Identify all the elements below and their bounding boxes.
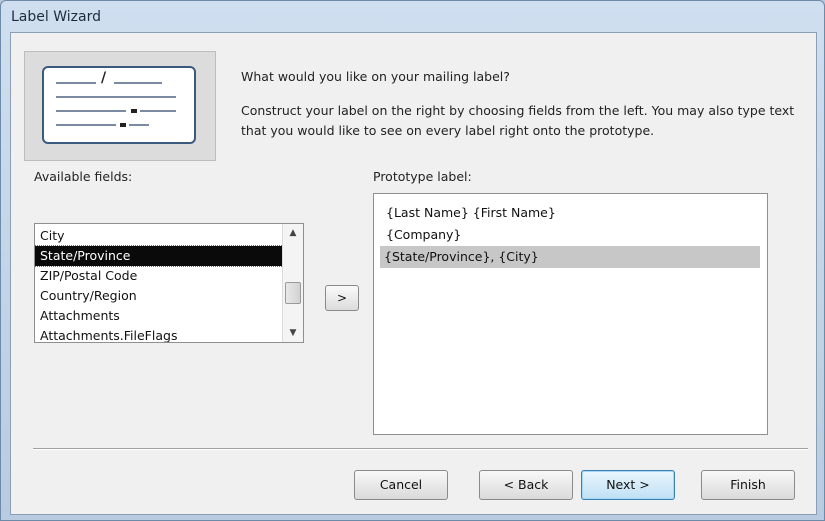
available-fields-list[interactable]: City State/Province ZIP/Postal Code Coun… — [34, 223, 304, 343]
label-wizard-window: Label Wizard / What would you like on yo… — [0, 0, 825, 521]
list-item-city[interactable]: City — [35, 226, 283, 246]
wizard-question: What would you like on your mailing labe… — [241, 69, 510, 84]
list-item-country-region[interactable]: Country/Region — [35, 286, 283, 306]
scroll-up-arrow-icon[interactable]: ▲ — [283, 224, 303, 242]
next-button[interactable]: Next > — [581, 470, 675, 500]
mailing-label-illustration-icon: / — [24, 51, 216, 161]
list-item-attachments-fileflags[interactable]: Attachments.FileFlags — [35, 326, 283, 342]
wizard-instructions: Construct your label on the right by cho… — [241, 103, 795, 138]
button-separator — [33, 448, 808, 450]
scrollbar-thumb[interactable] — [285, 282, 301, 304]
scroll-down-arrow-icon[interactable]: ▼ — [283, 324, 303, 342]
back-button[interactable]: < Back — [479, 470, 573, 500]
window-title: Label Wizard — [11, 9, 101, 25]
list-item-zip-postal-code[interactable]: ZIP/Postal Code — [35, 266, 283, 286]
finish-button[interactable]: Finish — [701, 470, 795, 500]
prototype-line-2[interactable]: {Company} — [382, 224, 461, 246]
prototype-label-heading: Prototype label: — [373, 169, 472, 184]
add-field-button[interactable]: > — [325, 285, 359, 311]
cancel-button[interactable]: Cancel — [354, 470, 448, 500]
list-item-attachments[interactable]: Attachments — [35, 306, 283, 326]
wizard-content: / What would you like on your mailing la… — [10, 32, 817, 515]
prototype-label-editor[interactable]: {Last Name} {First Name} {Company} {Stat… — [373, 193, 768, 435]
list-item-state-province[interactable]: State/Province — [35, 245, 284, 267]
list-scrollbar[interactable]: ▲ ▼ — [282, 224, 303, 342]
prototype-line-1[interactable]: {Last Name} {First Name} — [382, 202, 556, 224]
label-card-icon: / — [42, 66, 196, 144]
prototype-line-3-selected[interactable]: {State/Province}, {City} — [380, 246, 760, 268]
available-fields-label: Available fields: — [34, 169, 133, 184]
title-bar[interactable]: Label Wizard — [1, 1, 824, 33]
